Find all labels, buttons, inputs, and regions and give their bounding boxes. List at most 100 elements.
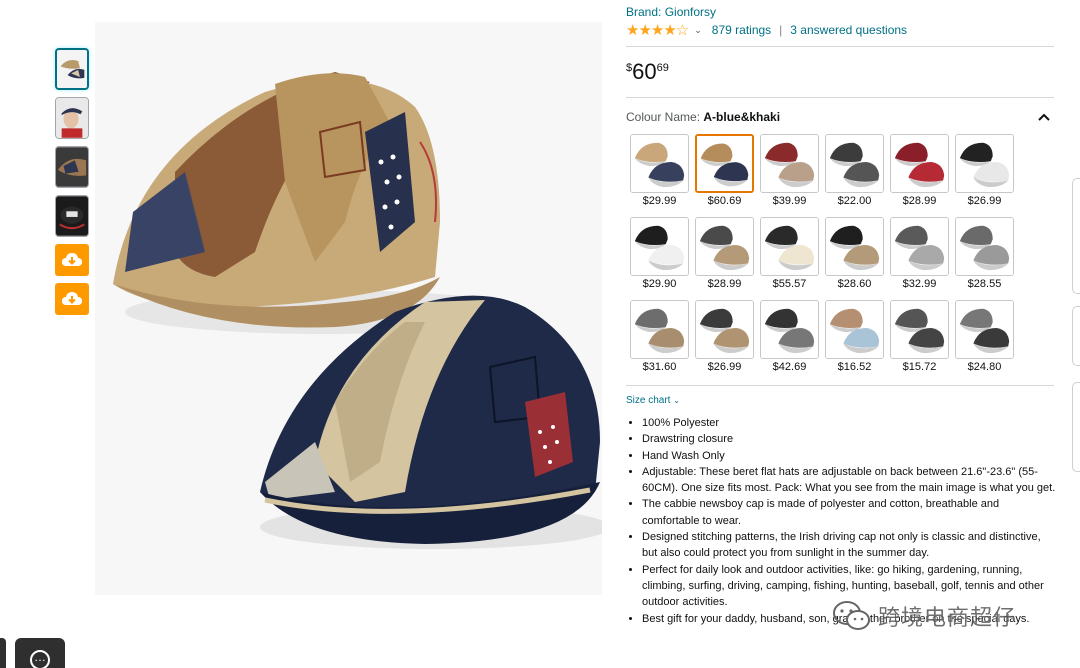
size-chart-link[interactable]: Size chart ⌄ bbox=[626, 395, 1056, 409]
download-button-1[interactable] bbox=[55, 244, 89, 276]
feature-bullet: Hand Wash Only bbox=[642, 448, 1056, 464]
swatch-price: $42.69 bbox=[772, 361, 807, 373]
cap-swatch-icon bbox=[826, 218, 883, 275]
swatch-image[interactable] bbox=[825, 300, 884, 359]
price: $ 60 69 bbox=[626, 59, 1056, 89]
edge-tab[interactable] bbox=[1072, 178, 1080, 294]
feature-bullets: 100% PolyesterDrawstring closureHand Was… bbox=[626, 415, 1056, 627]
colour-swatch[interactable]: $15.72 bbox=[890, 300, 949, 375]
colour-swatch[interactable]: $29.90 bbox=[630, 217, 689, 292]
ratings-count-link[interactable]: 879 ratings bbox=[712, 23, 771, 37]
size-chart-label: Size chart bbox=[626, 395, 671, 406]
watermark: 跨境电商超仔 bbox=[832, 600, 1016, 632]
colour-value: A-blue&khaki bbox=[703, 110, 781, 124]
swatch-image[interactable] bbox=[955, 134, 1014, 193]
thumbnail-4[interactable] bbox=[55, 195, 89, 237]
cap-swatch-icon bbox=[891, 135, 948, 192]
swatch-price: $22.00 bbox=[837, 195, 872, 207]
swatch-image[interactable] bbox=[630, 134, 689, 193]
swatch-price: $26.99 bbox=[967, 195, 1002, 207]
cap-swatch-icon bbox=[761, 301, 818, 358]
edge-tab[interactable] bbox=[1072, 306, 1080, 366]
swatch-image[interactable] bbox=[695, 300, 754, 359]
cap-swatch-icon bbox=[826, 135, 883, 192]
star-rating-icon[interactable]: ★★★★☆ bbox=[626, 21, 689, 39]
colour-swatch[interactable]: $29.99 bbox=[630, 134, 689, 209]
swatch-image[interactable] bbox=[760, 300, 819, 359]
chat-button[interactable]: … bbox=[15, 638, 65, 668]
chat-bubble-icon: … bbox=[30, 650, 50, 668]
cap-swatch-icon bbox=[631, 135, 688, 192]
cap-swatch-icon bbox=[956, 135, 1013, 192]
colour-swatch[interactable]: $28.99 bbox=[890, 134, 949, 209]
cap-pair-thumbnail-icon bbox=[57, 50, 87, 88]
chevron-up-icon[interactable] bbox=[1038, 113, 1050, 121]
swatch-image[interactable] bbox=[825, 134, 884, 193]
colour-swatch[interactable]: $28.60 bbox=[825, 217, 884, 292]
swatch-image[interactable] bbox=[760, 134, 819, 193]
brand-link[interactable]: Brand: Gionforsy bbox=[626, 5, 1056, 19]
swatch-price: $16.52 bbox=[837, 361, 872, 373]
swatch-price: $26.99 bbox=[707, 361, 742, 373]
swatch-image[interactable] bbox=[890, 217, 949, 276]
swatch-image[interactable] bbox=[955, 300, 1014, 359]
swatch-image[interactable] bbox=[695, 134, 754, 193]
colour-swatch[interactable]: $60.69 bbox=[695, 134, 754, 209]
colour-swatch[interactable]: $26.99 bbox=[695, 300, 754, 375]
feature-bullet: The cabbie newsboy cap is made of polyes… bbox=[642, 496, 1056, 529]
colour-swatch[interactable]: $24.80 bbox=[955, 300, 1014, 375]
colour-swatch[interactable]: $26.99 bbox=[955, 134, 1014, 209]
colour-swatch[interactable]: $31.60 bbox=[630, 300, 689, 375]
feature-bullet: Drawstring closure bbox=[642, 431, 1056, 447]
main-product-image[interactable] bbox=[95, 22, 602, 595]
swatch-image[interactable] bbox=[890, 300, 949, 359]
edge-tab[interactable] bbox=[1072, 382, 1080, 472]
colour-swatch-grid: $29.99 $60.69 $39.99 $22.00 $28.99 $26.99 $29.… bbox=[630, 134, 1056, 375]
colour-swatch[interactable]: $32.99 bbox=[890, 217, 949, 292]
cap-swatch-icon bbox=[891, 301, 948, 358]
cloud-download-icon bbox=[62, 253, 82, 266]
cap-swatch-icon bbox=[631, 301, 688, 358]
colour-selector-header[interactable]: Colour Name: A-blue&khaki bbox=[626, 108, 1056, 126]
swatch-image[interactable] bbox=[890, 134, 949, 193]
cap-swatch-icon bbox=[761, 218, 818, 275]
swatch-price: $28.99 bbox=[902, 195, 937, 207]
cap-swatch-icon bbox=[696, 218, 753, 275]
colour-swatch[interactable]: $39.99 bbox=[760, 134, 819, 209]
colour-swatch[interactable]: $28.55 bbox=[955, 217, 1014, 292]
feature-bullet: 100% Polyester bbox=[642, 415, 1056, 431]
swatch-price: $31.60 bbox=[642, 361, 677, 373]
swatch-image[interactable] bbox=[825, 217, 884, 276]
swatch-image[interactable] bbox=[630, 217, 689, 276]
watermark-text: 跨境电商超仔 bbox=[878, 606, 1017, 631]
swatch-image[interactable] bbox=[695, 217, 754, 276]
answered-questions-link[interactable]: 3 answered questions bbox=[790, 23, 907, 37]
chevron-down-icon: ⌄ bbox=[673, 396, 680, 405]
left-edge-nub bbox=[0, 638, 6, 668]
swatch-image[interactable] bbox=[630, 300, 689, 359]
colour-swatch[interactable]: $16.52 bbox=[825, 300, 884, 375]
thumbnail-1[interactable] bbox=[55, 48, 89, 90]
cap-swatch-icon bbox=[761, 135, 818, 192]
cap-detail-thumbnail-icon bbox=[56, 147, 88, 187]
model-wearing-cap-thumbnail-icon bbox=[56, 98, 88, 138]
swatch-price: $39.99 bbox=[772, 195, 807, 207]
colour-swatch[interactable]: $22.00 bbox=[825, 134, 884, 209]
swatch-image[interactable] bbox=[955, 217, 1014, 276]
colour-swatch[interactable]: $42.69 bbox=[760, 300, 819, 375]
rating-separator: | bbox=[779, 23, 783, 37]
swatch-image[interactable] bbox=[760, 217, 819, 276]
chevron-down-icon[interactable]: ⌄ bbox=[694, 25, 702, 36]
swatch-price: $24.80 bbox=[967, 361, 1002, 373]
cap-swatch-icon bbox=[631, 218, 688, 275]
feature-bullet: Designed stitching patterns, the Irish d… bbox=[642, 529, 1056, 562]
cap-swatch-icon bbox=[891, 218, 948, 275]
swatch-price: $28.99 bbox=[707, 278, 742, 290]
divider bbox=[626, 46, 1054, 47]
thumbnail-3[interactable] bbox=[55, 146, 89, 188]
colour-swatch[interactable]: $55.57 bbox=[760, 217, 819, 292]
thumbnail-2[interactable] bbox=[55, 97, 89, 139]
colour-swatch[interactable]: $28.99 bbox=[695, 217, 754, 292]
download-button-2[interactable] bbox=[55, 283, 89, 315]
product-details: Brand: Gionforsy ★★★★☆ ⌄ 879 ratings | 3… bbox=[626, 0, 1056, 627]
